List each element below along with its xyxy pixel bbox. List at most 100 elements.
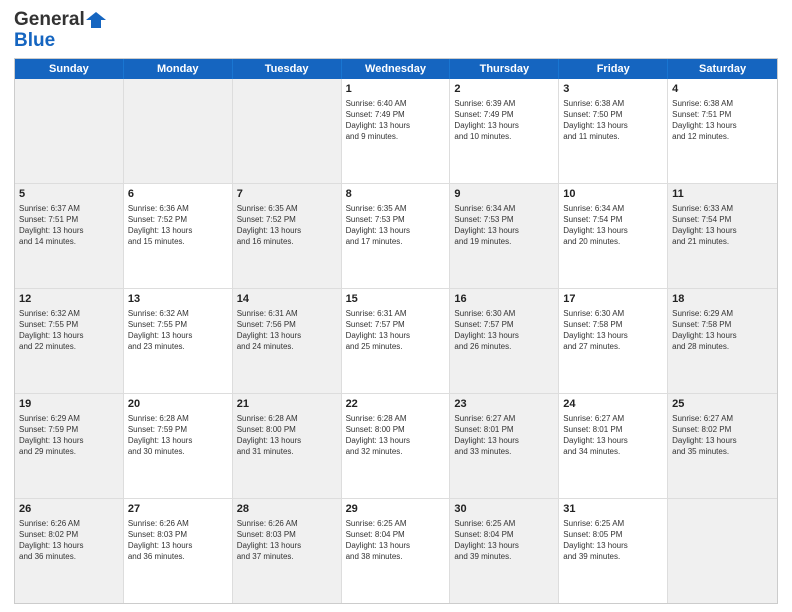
- calendar-cell: 21Sunrise: 6:28 AM Sunset: 8:00 PM Dayli…: [233, 394, 342, 498]
- cell-info: Sunrise: 6:29 AM Sunset: 7:59 PM Dayligh…: [19, 413, 119, 458]
- cell-info: Sunrise: 6:37 AM Sunset: 7:51 PM Dayligh…: [19, 203, 119, 248]
- cell-info: Sunrise: 6:33 AM Sunset: 7:54 PM Dayligh…: [672, 203, 773, 248]
- day-number: 22: [346, 397, 446, 412]
- day-number: 29: [346, 502, 446, 517]
- calendar-cell: [15, 79, 124, 183]
- calendar-cell: 13Sunrise: 6:32 AM Sunset: 7:55 PM Dayli…: [124, 289, 233, 393]
- calendar-header-cell: Thursday: [450, 59, 559, 79]
- day-number: 24: [563, 397, 663, 412]
- calendar-cell: 12Sunrise: 6:32 AM Sunset: 7:55 PM Dayli…: [15, 289, 124, 393]
- day-number: 28: [237, 502, 337, 517]
- calendar-cell: 30Sunrise: 6:25 AM Sunset: 8:04 PM Dayli…: [450, 499, 559, 603]
- day-number: 6: [128, 187, 228, 202]
- day-number: 21: [237, 397, 337, 412]
- calendar-cell: 15Sunrise: 6:31 AM Sunset: 7:57 PM Dayli…: [342, 289, 451, 393]
- day-number: 15: [346, 292, 446, 307]
- calendar-header-cell: Tuesday: [233, 59, 342, 79]
- calendar-cell: 19Sunrise: 6:29 AM Sunset: 7:59 PM Dayli…: [15, 394, 124, 498]
- calendar-cell: 6Sunrise: 6:36 AM Sunset: 7:52 PM Daylig…: [124, 184, 233, 288]
- logo-icon: [86, 12, 106, 28]
- cell-info: Sunrise: 6:32 AM Sunset: 7:55 PM Dayligh…: [128, 308, 228, 353]
- cell-info: Sunrise: 6:26 AM Sunset: 8:03 PM Dayligh…: [128, 518, 228, 563]
- calendar-row: 26Sunrise: 6:26 AM Sunset: 8:02 PM Dayli…: [15, 499, 777, 603]
- calendar-header-cell: Monday: [124, 59, 233, 79]
- day-number: 4: [672, 82, 773, 97]
- cell-info: Sunrise: 6:27 AM Sunset: 8:01 PM Dayligh…: [454, 413, 554, 458]
- cell-info: Sunrise: 6:35 AM Sunset: 7:53 PM Dayligh…: [346, 203, 446, 248]
- day-number: 16: [454, 292, 554, 307]
- calendar-row: 1Sunrise: 6:40 AM Sunset: 7:49 PM Daylig…: [15, 79, 777, 184]
- calendar-cell: 4Sunrise: 6:38 AM Sunset: 7:51 PM Daylig…: [668, 79, 777, 183]
- calendar-cell: 26Sunrise: 6:26 AM Sunset: 8:02 PM Dayli…: [15, 499, 124, 603]
- calendar-row: 19Sunrise: 6:29 AM Sunset: 7:59 PM Dayli…: [15, 394, 777, 499]
- page-header: General Blue: [14, 10, 778, 52]
- calendar-cell: 31Sunrise: 6:25 AM Sunset: 8:05 PM Dayli…: [559, 499, 668, 603]
- cell-info: Sunrise: 6:25 AM Sunset: 8:04 PM Dayligh…: [454, 518, 554, 563]
- cell-info: Sunrise: 6:38 AM Sunset: 7:51 PM Dayligh…: [672, 98, 773, 143]
- day-number: 5: [19, 187, 119, 202]
- logo-general-text: General: [14, 10, 85, 31]
- calendar-page: General Blue SundayMondayTuesdayWednesda…: [0, 0, 792, 612]
- day-number: 1: [346, 82, 446, 97]
- calendar-cell: 8Sunrise: 6:35 AM Sunset: 7:53 PM Daylig…: [342, 184, 451, 288]
- cell-info: Sunrise: 6:28 AM Sunset: 7:59 PM Dayligh…: [128, 413, 228, 458]
- calendar-cell: 14Sunrise: 6:31 AM Sunset: 7:56 PM Dayli…: [233, 289, 342, 393]
- day-number: 23: [454, 397, 554, 412]
- cell-info: Sunrise: 6:35 AM Sunset: 7:52 PM Dayligh…: [237, 203, 337, 248]
- day-number: 12: [19, 292, 119, 307]
- day-number: 13: [128, 292, 228, 307]
- cell-info: Sunrise: 6:34 AM Sunset: 7:54 PM Dayligh…: [563, 203, 663, 248]
- cell-info: Sunrise: 6:28 AM Sunset: 8:00 PM Dayligh…: [346, 413, 446, 458]
- day-number: 11: [672, 187, 773, 202]
- calendar-cell: 2Sunrise: 6:39 AM Sunset: 7:49 PM Daylig…: [450, 79, 559, 183]
- calendar-header-cell: Wednesday: [342, 59, 451, 79]
- cell-info: Sunrise: 6:27 AM Sunset: 8:02 PM Dayligh…: [672, 413, 773, 458]
- day-number: 2: [454, 82, 554, 97]
- calendar-header-cell: Friday: [559, 59, 668, 79]
- day-number: 26: [19, 502, 119, 517]
- calendar-cell: 17Sunrise: 6:30 AM Sunset: 7:58 PM Dayli…: [559, 289, 668, 393]
- cell-info: Sunrise: 6:30 AM Sunset: 7:57 PM Dayligh…: [454, 308, 554, 353]
- calendar-cell: 5Sunrise: 6:37 AM Sunset: 7:51 PM Daylig…: [15, 184, 124, 288]
- cell-info: Sunrise: 6:25 AM Sunset: 8:05 PM Dayligh…: [563, 518, 663, 563]
- logo: General Blue: [14, 10, 107, 52]
- cell-info: Sunrise: 6:29 AM Sunset: 7:58 PM Dayligh…: [672, 308, 773, 353]
- calendar-cell: 3Sunrise: 6:38 AM Sunset: 7:50 PM Daylig…: [559, 79, 668, 183]
- day-number: 8: [346, 187, 446, 202]
- calendar-body: 1Sunrise: 6:40 AM Sunset: 7:49 PM Daylig…: [15, 79, 777, 603]
- calendar-cell: 25Sunrise: 6:27 AM Sunset: 8:02 PM Dayli…: [668, 394, 777, 498]
- calendar-header-cell: Saturday: [668, 59, 777, 79]
- day-number: 25: [672, 397, 773, 412]
- day-number: 7: [237, 187, 337, 202]
- day-number: 31: [563, 502, 663, 517]
- calendar-cell: 22Sunrise: 6:28 AM Sunset: 8:00 PM Dayli…: [342, 394, 451, 498]
- calendar-cell: 23Sunrise: 6:27 AM Sunset: 8:01 PM Dayli…: [450, 394, 559, 498]
- calendar-cell: 24Sunrise: 6:27 AM Sunset: 8:01 PM Dayli…: [559, 394, 668, 498]
- day-number: 19: [19, 397, 119, 412]
- calendar-header: SundayMondayTuesdayWednesdayThursdayFrid…: [15, 59, 777, 79]
- calendar: SundayMondayTuesdayWednesdayThursdayFrid…: [14, 58, 778, 604]
- calendar-cell: 16Sunrise: 6:30 AM Sunset: 7:57 PM Dayli…: [450, 289, 559, 393]
- calendar-cell: [124, 79, 233, 183]
- calendar-cell: 1Sunrise: 6:40 AM Sunset: 7:49 PM Daylig…: [342, 79, 451, 183]
- day-number: 3: [563, 82, 663, 97]
- day-number: 20: [128, 397, 228, 412]
- cell-info: Sunrise: 6:26 AM Sunset: 8:02 PM Dayligh…: [19, 518, 119, 563]
- calendar-cell: [668, 499, 777, 603]
- calendar-cell: 18Sunrise: 6:29 AM Sunset: 7:58 PM Dayli…: [668, 289, 777, 393]
- cell-info: Sunrise: 6:28 AM Sunset: 8:00 PM Dayligh…: [237, 413, 337, 458]
- cell-info: Sunrise: 6:39 AM Sunset: 7:49 PM Dayligh…: [454, 98, 554, 143]
- cell-info: Sunrise: 6:36 AM Sunset: 7:52 PM Dayligh…: [128, 203, 228, 248]
- day-number: 30: [454, 502, 554, 517]
- calendar-cell: [233, 79, 342, 183]
- calendar-cell: 28Sunrise: 6:26 AM Sunset: 8:03 PM Dayli…: [233, 499, 342, 603]
- cell-info: Sunrise: 6:30 AM Sunset: 7:58 PM Dayligh…: [563, 308, 663, 353]
- cell-info: Sunrise: 6:38 AM Sunset: 7:50 PM Dayligh…: [563, 98, 663, 143]
- calendar-header-cell: Sunday: [15, 59, 124, 79]
- cell-info: Sunrise: 6:34 AM Sunset: 7:53 PM Dayligh…: [454, 203, 554, 248]
- logo-blue-text: Blue: [14, 31, 55, 52]
- calendar-row: 12 Sunrise: 6:32 AM Sunset: 7:55 PM Dayli…: [15, 289, 777, 394]
- cell-info: Sunrise: 6:40 AM Sunset: 7:49 PM Dayligh…: [346, 98, 446, 143]
- day-number: 10: [563, 187, 663, 202]
- calendar-cell: 29Sunrise: 6:25 AM Sunset: 8:04 PM Dayli…: [342, 499, 451, 603]
